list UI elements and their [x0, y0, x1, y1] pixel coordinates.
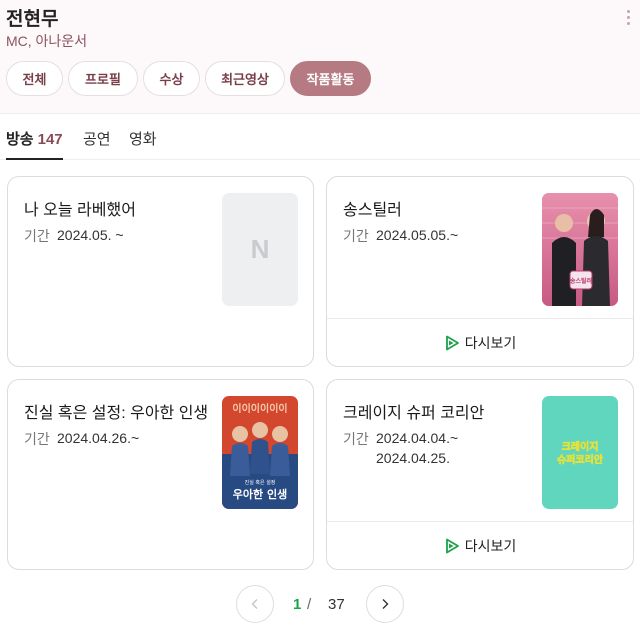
- work-card[interactable]: 진실 혹은 설정: 우아한 인생 기간 2024.04.26.~ 이이이이이이 …: [7, 379, 314, 570]
- work-title: 크레이지 슈퍼 코리안: [343, 405, 485, 422]
- replay-button[interactable]: 다시보기: [327, 521, 633, 569]
- work-title: 송스틸러: [343, 202, 402, 219]
- total-pages: 37: [328, 596, 345, 613]
- play-icon: [445, 335, 459, 350]
- profile-header: 전현무 MC, 아나운서 전체 프로필 수상 최근영상 작품활동: [0, 0, 640, 113]
- svg-text:우아한 인생: 우아한 인생: [233, 487, 287, 501]
- works-tabs: 방송 147 공연 영화: [0, 113, 640, 160]
- svg-text:슈퍼코리안: 슈퍼코리안: [557, 453, 604, 466]
- naver-placeholder-icon: N: [250, 234, 270, 264]
- svg-text:이이이이이이: 이이이이이이: [232, 402, 287, 415]
- period-label: 기간: [343, 431, 369, 447]
- chip-all[interactable]: 전체: [6, 61, 63, 96]
- tab-movie[interactable]: 영화: [129, 128, 157, 149]
- poster-placeholder[interactable]: N: [222, 193, 298, 306]
- chip-recent-videos[interactable]: 최근영상: [205, 61, 285, 96]
- period-start: 2024.04.04.~: [376, 430, 459, 446]
- chip-works[interactable]: 작품활동: [290, 61, 371, 96]
- tab-broadcast-count: 147: [37, 131, 63, 148]
- poster-image[interactable]: 송스틸러: [542, 193, 618, 306]
- period-end: 2024.04.25.: [376, 450, 450, 466]
- svg-text:송스틸러: 송스틸러: [570, 277, 592, 285]
- period-label: 기간: [24, 228, 50, 244]
- period-value: 2024.04.04.~ 2024.04.25.: [376, 428, 458, 468]
- person-name: 전현무: [6, 9, 59, 30]
- chip-awards[interactable]: 수상: [143, 61, 200, 96]
- tab-broadcast[interactable]: 방송 147: [6, 128, 63, 149]
- poster-image[interactable]: 크레이지 슈퍼코리안: [542, 396, 618, 509]
- active-tab-indicator: [6, 158, 63, 160]
- person-role: MC, 아나운서: [6, 33, 88, 49]
- tab-performance[interactable]: 공연: [83, 128, 111, 149]
- current-page: 1: [293, 596, 302, 613]
- replay-label: 다시보기: [464, 334, 517, 351]
- chevron-right-icon: [382, 599, 389, 609]
- period-value: 2024.05.05.~: [376, 227, 459, 243]
- work-card[interactable]: 송스틸러 기간 2024.05.05.~ 송스틸러 다시보기: [326, 176, 634, 367]
- pagination: 1 / 37: [0, 585, 640, 623]
- next-page-button[interactable]: [366, 585, 404, 623]
- prev-page-button[interactable]: [236, 585, 274, 623]
- more-options-icon[interactable]: [626, 10, 632, 28]
- period-value: 2024.05. ~: [57, 227, 124, 243]
- period-label: 기간: [24, 431, 50, 447]
- chevron-left-icon: [251, 599, 258, 609]
- work-card[interactable]: 크레이지 슈퍼 코리안 기간 2024.04.04.~ 2024.04.25. …: [326, 379, 634, 570]
- replay-button[interactable]: 다시보기: [327, 318, 633, 366]
- replay-label: 다시보기: [464, 537, 517, 554]
- work-title: 진실 혹은 설정: 우아한 인생: [24, 405, 209, 422]
- period-value: 2024.04.26.~: [57, 430, 140, 446]
- svg-text:진실 혹은 설정: 진실 혹은 설정: [245, 479, 276, 486]
- poster-image[interactable]: 이이이이이이 진실 혹은 설정 우아한 인생: [222, 396, 298, 509]
- play-icon: [445, 538, 459, 553]
- tab-broadcast-label: 방송: [6, 131, 34, 148]
- work-title: 나 오늘 라베했어: [24, 202, 136, 219]
- page-separator: /: [307, 596, 312, 613]
- work-card[interactable]: 나 오늘 라베했어 기간 2024.05. ~ N: [7, 176, 314, 367]
- period-label: 기간: [343, 228, 369, 244]
- chip-profile[interactable]: 프로필: [68, 61, 138, 96]
- svg-text:크레이지: 크레이지: [562, 440, 599, 453]
